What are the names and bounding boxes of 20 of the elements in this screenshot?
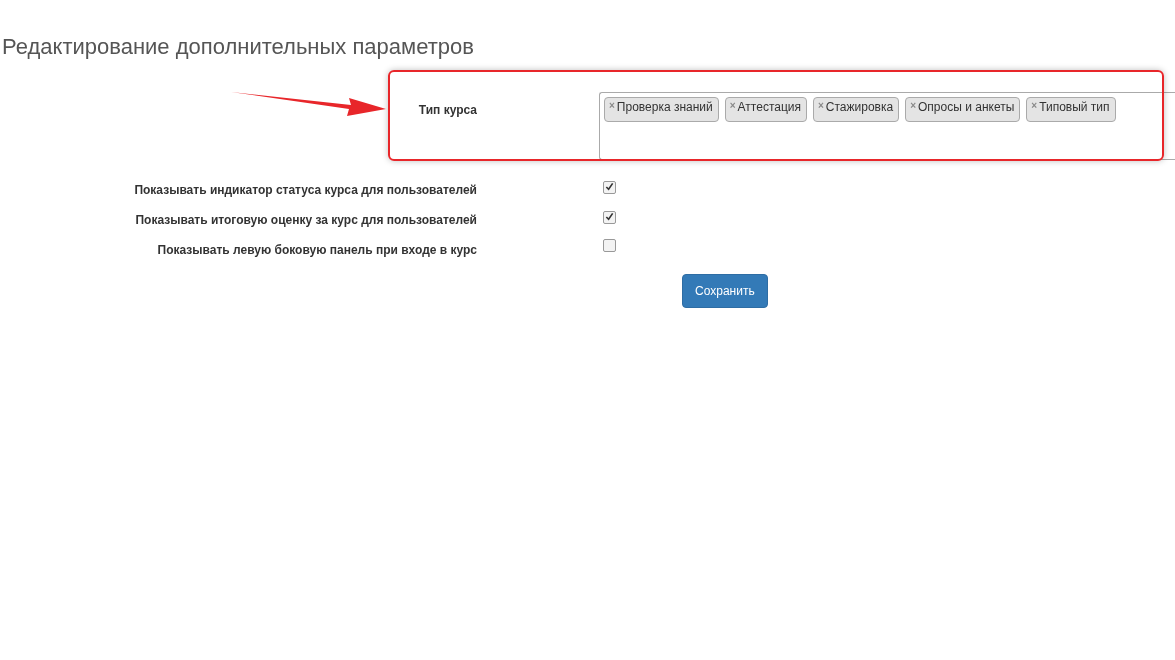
checkbox[interactable]	[603, 181, 616, 194]
option-label: Показывать индикатор статуса курса для пользователей	[134, 183, 477, 197]
option-label: Показывать итоговую оценку за курс для пользователей	[135, 213, 477, 227]
save-button[interactable]: Сохранить	[682, 274, 768, 308]
tag-text: Проверка знаний	[616, 100, 713, 114]
page-title: Редактирование дополнительных параметров	[1, 33, 475, 60]
remove-tag-button[interactable]: ×	[729, 100, 736, 114]
tag-text: Стажировка	[825, 100, 894, 114]
tag-text: Типовый тип	[1039, 100, 1110, 114]
remove-tag-button[interactable]: ×	[818, 100, 824, 114]
tag-input-field[interactable]: × Проверка знаний × Аттестация × Стажировка × Опросы и анкеты × Типовый тип	[599, 92, 1175, 160]
remove-tag-button[interactable]: ×	[1031, 100, 1038, 114]
remove-tag-button[interactable]: ×	[609, 100, 615, 114]
tag-text: Аттестация	[737, 100, 801, 114]
option-label: Показывать левую боковую панель при входе в курс	[157, 243, 477, 257]
tag-text: Опросы и анкеты	[918, 100, 1015, 114]
checkbox[interactable]	[603, 211, 616, 224]
field-label: Тип курса	[418, 103, 477, 117]
remove-tag-button[interactable]: ×	[910, 100, 917, 114]
checkbox[interactable]	[603, 239, 616, 252]
